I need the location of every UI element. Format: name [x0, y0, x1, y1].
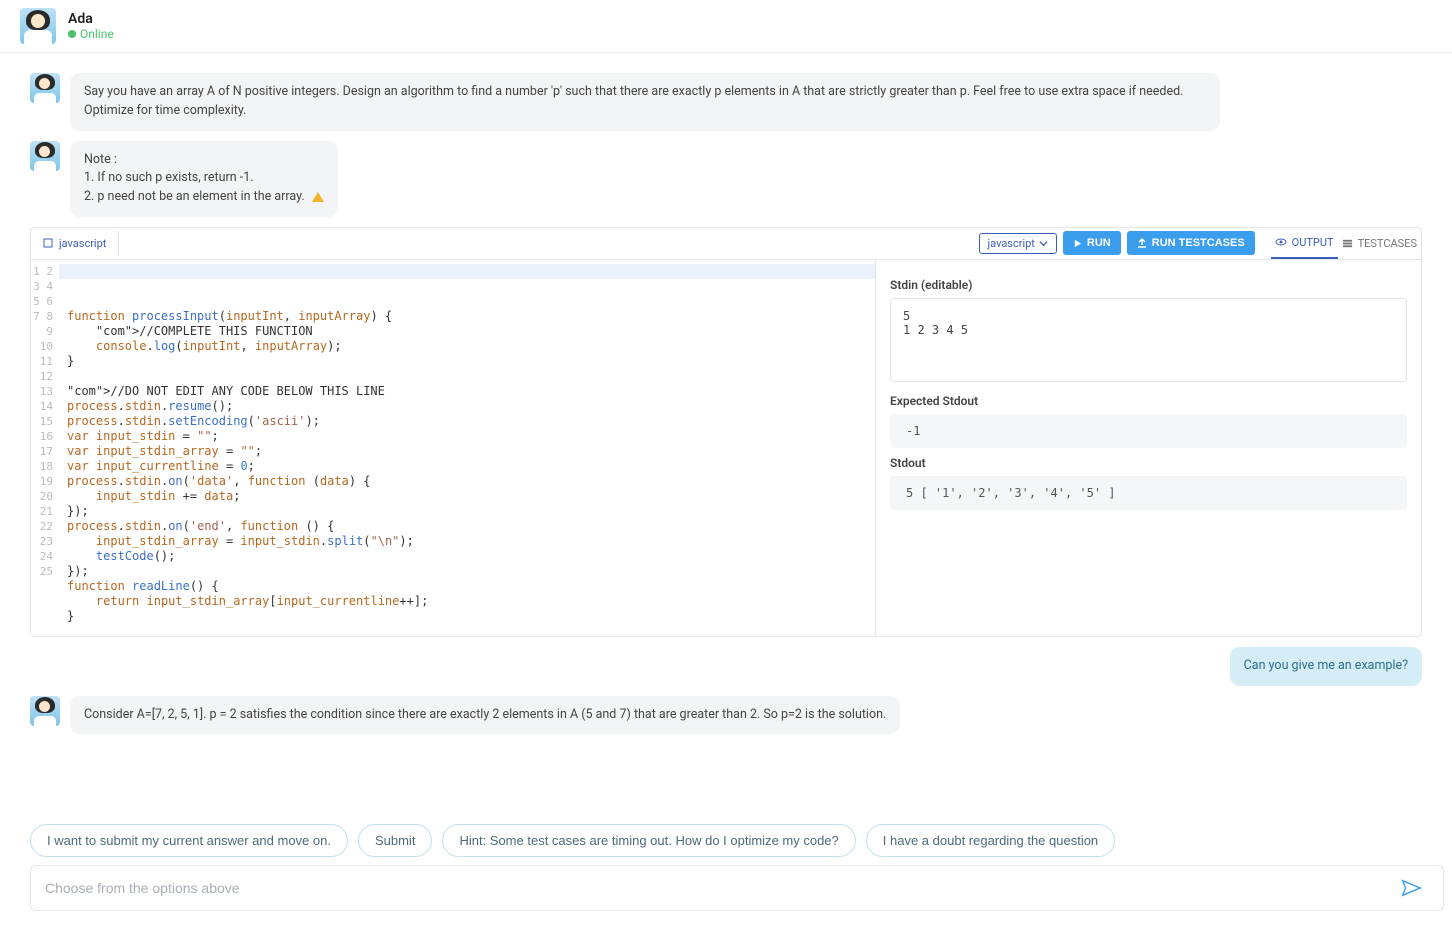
code-editor[interactable]: 1 2 3 4 5 6 7 8 9 10 11 12 13 14 15 16 1…	[31, 260, 876, 636]
send-icon	[1400, 877, 1422, 899]
message-bubble: Say you have an array A of N positive in…	[70, 73, 1220, 131]
suggestion-chip-doubt[interactable]: I have a doubt regarding the question	[866, 824, 1115, 857]
expected-stdout-box: -1	[890, 414, 1407, 448]
output-pane: Stdin (editable) Expected Stdout -1 Stdo…	[876, 260, 1421, 636]
stdin-label: Stdin (editable)	[890, 278, 1407, 292]
suggestion-chip-submit[interactable]: Submit	[358, 824, 432, 857]
bot-avatar-small	[30, 73, 60, 103]
message-bubble: Can you give me an example?	[1230, 647, 1422, 686]
bot-message: Note : 1. If no such p exists, return -1…	[30, 141, 1422, 217]
current-line-highlight	[59, 264, 875, 279]
language-select[interactable]: javascript	[979, 233, 1057, 254]
stdout-label: Stdout	[890, 456, 1407, 470]
run-button[interactable]: RUN	[1063, 231, 1121, 255]
eye-icon	[1275, 236, 1287, 248]
status-text: Online	[80, 27, 114, 41]
list-icon	[1342, 238, 1353, 249]
chevron-down-icon	[1039, 239, 1048, 248]
warning-icon	[312, 192, 324, 202]
stdout-box: 5 [ '1', '2', '3', '4', '5' ]	[890, 476, 1407, 510]
bot-name: Ada	[68, 11, 114, 27]
expected-stdout-label: Expected Stdout	[890, 394, 1407, 408]
user-message: Can you give me an example?	[30, 647, 1422, 686]
play-icon	[1073, 239, 1082, 248]
chat-input-row	[0, 865, 1452, 927]
bot-avatar-small	[30, 141, 60, 171]
message-bubble: Note : 1. If no such p exists, return -1…	[70, 141, 338, 217]
chat-scroll[interactable]: Say you have an array A of N positive in…	[0, 53, 1452, 814]
editor-language-tab[interactable]: javascript	[31, 231, 119, 256]
chat-header: Ada Online	[0, 0, 1452, 53]
line-gutter: 1 2 3 4 5 6 7 8 9 10 11 12 13 14 15 16 1…	[31, 260, 59, 636]
stdin-input[interactable]	[890, 298, 1407, 382]
upload-icon	[1137, 238, 1147, 248]
code-icon	[43, 238, 53, 248]
note-line: 1. If no such p exists, return -1.	[84, 169, 324, 188]
chat-input[interactable]	[30, 865, 1444, 911]
message-bubble: Consider A=[7, 2, 5, 1]. p = 2 satisfies…	[70, 696, 900, 735]
status-dot-icon	[68, 30, 76, 38]
send-button[interactable]	[1400, 865, 1422, 911]
bot-avatar-small	[30, 696, 60, 726]
code-area[interactable]: function processInput(inputInt, inputArr…	[59, 260, 875, 636]
suggestion-chip-hint[interactable]: Hint: Some test cases are timing out. Ho…	[442, 824, 855, 857]
bot-message: Say you have an array A of N positive in…	[30, 73, 1422, 131]
suggestion-chip-submit-move-on[interactable]: I want to submit my current answer and m…	[30, 824, 348, 857]
bot-avatar	[20, 8, 56, 44]
code-editor-panel: javascript javascript RUN RUN TESTCASES	[30, 227, 1422, 637]
note-title: Note :	[84, 151, 324, 170]
note-line: 2. p need not be an element in the array…	[84, 188, 324, 207]
testcases-tab[interactable]: TESTCASES	[1338, 229, 1421, 258]
editor-toolbar: javascript javascript RUN RUN TESTCASES	[31, 228, 1421, 260]
suggestion-row: I want to submit my current answer and m…	[0, 814, 1452, 865]
bot-message: Consider A=[7, 2, 5, 1]. p = 2 satisfies…	[30, 696, 1422, 735]
run-testcases-button[interactable]: RUN TESTCASES	[1127, 231, 1255, 255]
output-tab[interactable]: OUTPUT	[1271, 228, 1338, 259]
